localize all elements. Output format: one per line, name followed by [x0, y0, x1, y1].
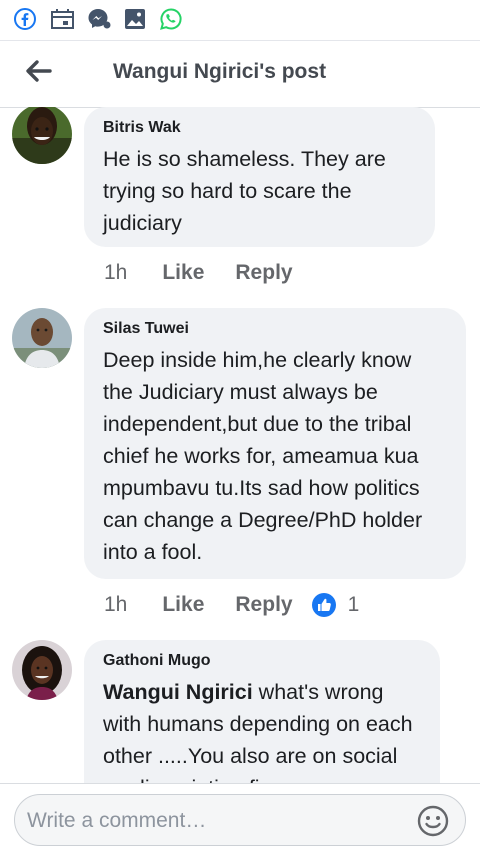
status-bar	[0, 0, 480, 40]
gallery-icon	[125, 9, 145, 29]
comment-text: Deep inside him,he clearly know the Judi…	[103, 348, 423, 564]
comment-author[interactable]: Silas Tuwei	[103, 320, 447, 338]
mention-link[interactable]: Wangui Ngirici	[103, 680, 253, 704]
comment-bubble[interactable]: Gathoni Mugo Wangui Ngirici what's wrong…	[84, 640, 440, 783]
comment-composer	[0, 783, 480, 855]
comment-text: He is so shameless. They are trying so h…	[103, 147, 386, 235]
reaction-summary[interactable]: 1	[311, 593, 360, 617]
back-button[interactable]	[18, 53, 58, 89]
avatar[interactable]	[12, 107, 72, 164]
avatar[interactable]	[12, 308, 72, 368]
reaction-count: 1	[347, 593, 360, 616]
comment-time[interactable]: 1h	[104, 261, 127, 285]
facebook-icon	[14, 8, 36, 30]
emoji-icon[interactable]	[415, 803, 451, 839]
comments-list[interactable]: Bitris Wak He is so shameless. They are …	[0, 107, 480, 783]
comment-input[interactable]	[25, 803, 409, 839]
comment-bubble[interactable]: Silas Tuwei Deep inside him,he clearly k…	[84, 308, 466, 579]
back-arrow-icon	[26, 60, 52, 82]
calendar-icon	[51, 9, 74, 29]
like-button[interactable]: Like	[162, 593, 204, 617]
comment-author[interactable]: Bitris Wak	[103, 119, 416, 137]
whatsapp-icon	[160, 8, 182, 30]
like-button[interactable]: Like	[162, 261, 204, 285]
comment-author[interactable]: Gathoni Mugo	[103, 652, 421, 670]
post-header: Wangui Ngirici's post	[0, 40, 480, 108]
comment-bubble[interactable]: Bitris Wak He is so shameless. They are …	[84, 107, 435, 247]
comment-input-box[interactable]	[14, 794, 466, 846]
comment-actions: 1h Like Reply 1	[104, 590, 359, 620]
comment-actions: 1h Like Reply	[104, 258, 324, 288]
page-title: Wangui Ngirici's post	[113, 60, 327, 83]
comment-text: Wangui Ngirici what's wrong with humans …	[103, 676, 421, 783]
like-reaction-icon	[311, 593, 336, 617]
comment-time[interactable]: 1h	[104, 593, 127, 617]
reply-button[interactable]: Reply	[235, 593, 292, 617]
avatar[interactable]	[12, 640, 72, 700]
reply-button[interactable]: Reply	[235, 261, 292, 285]
messenger-icon	[88, 9, 111, 29]
